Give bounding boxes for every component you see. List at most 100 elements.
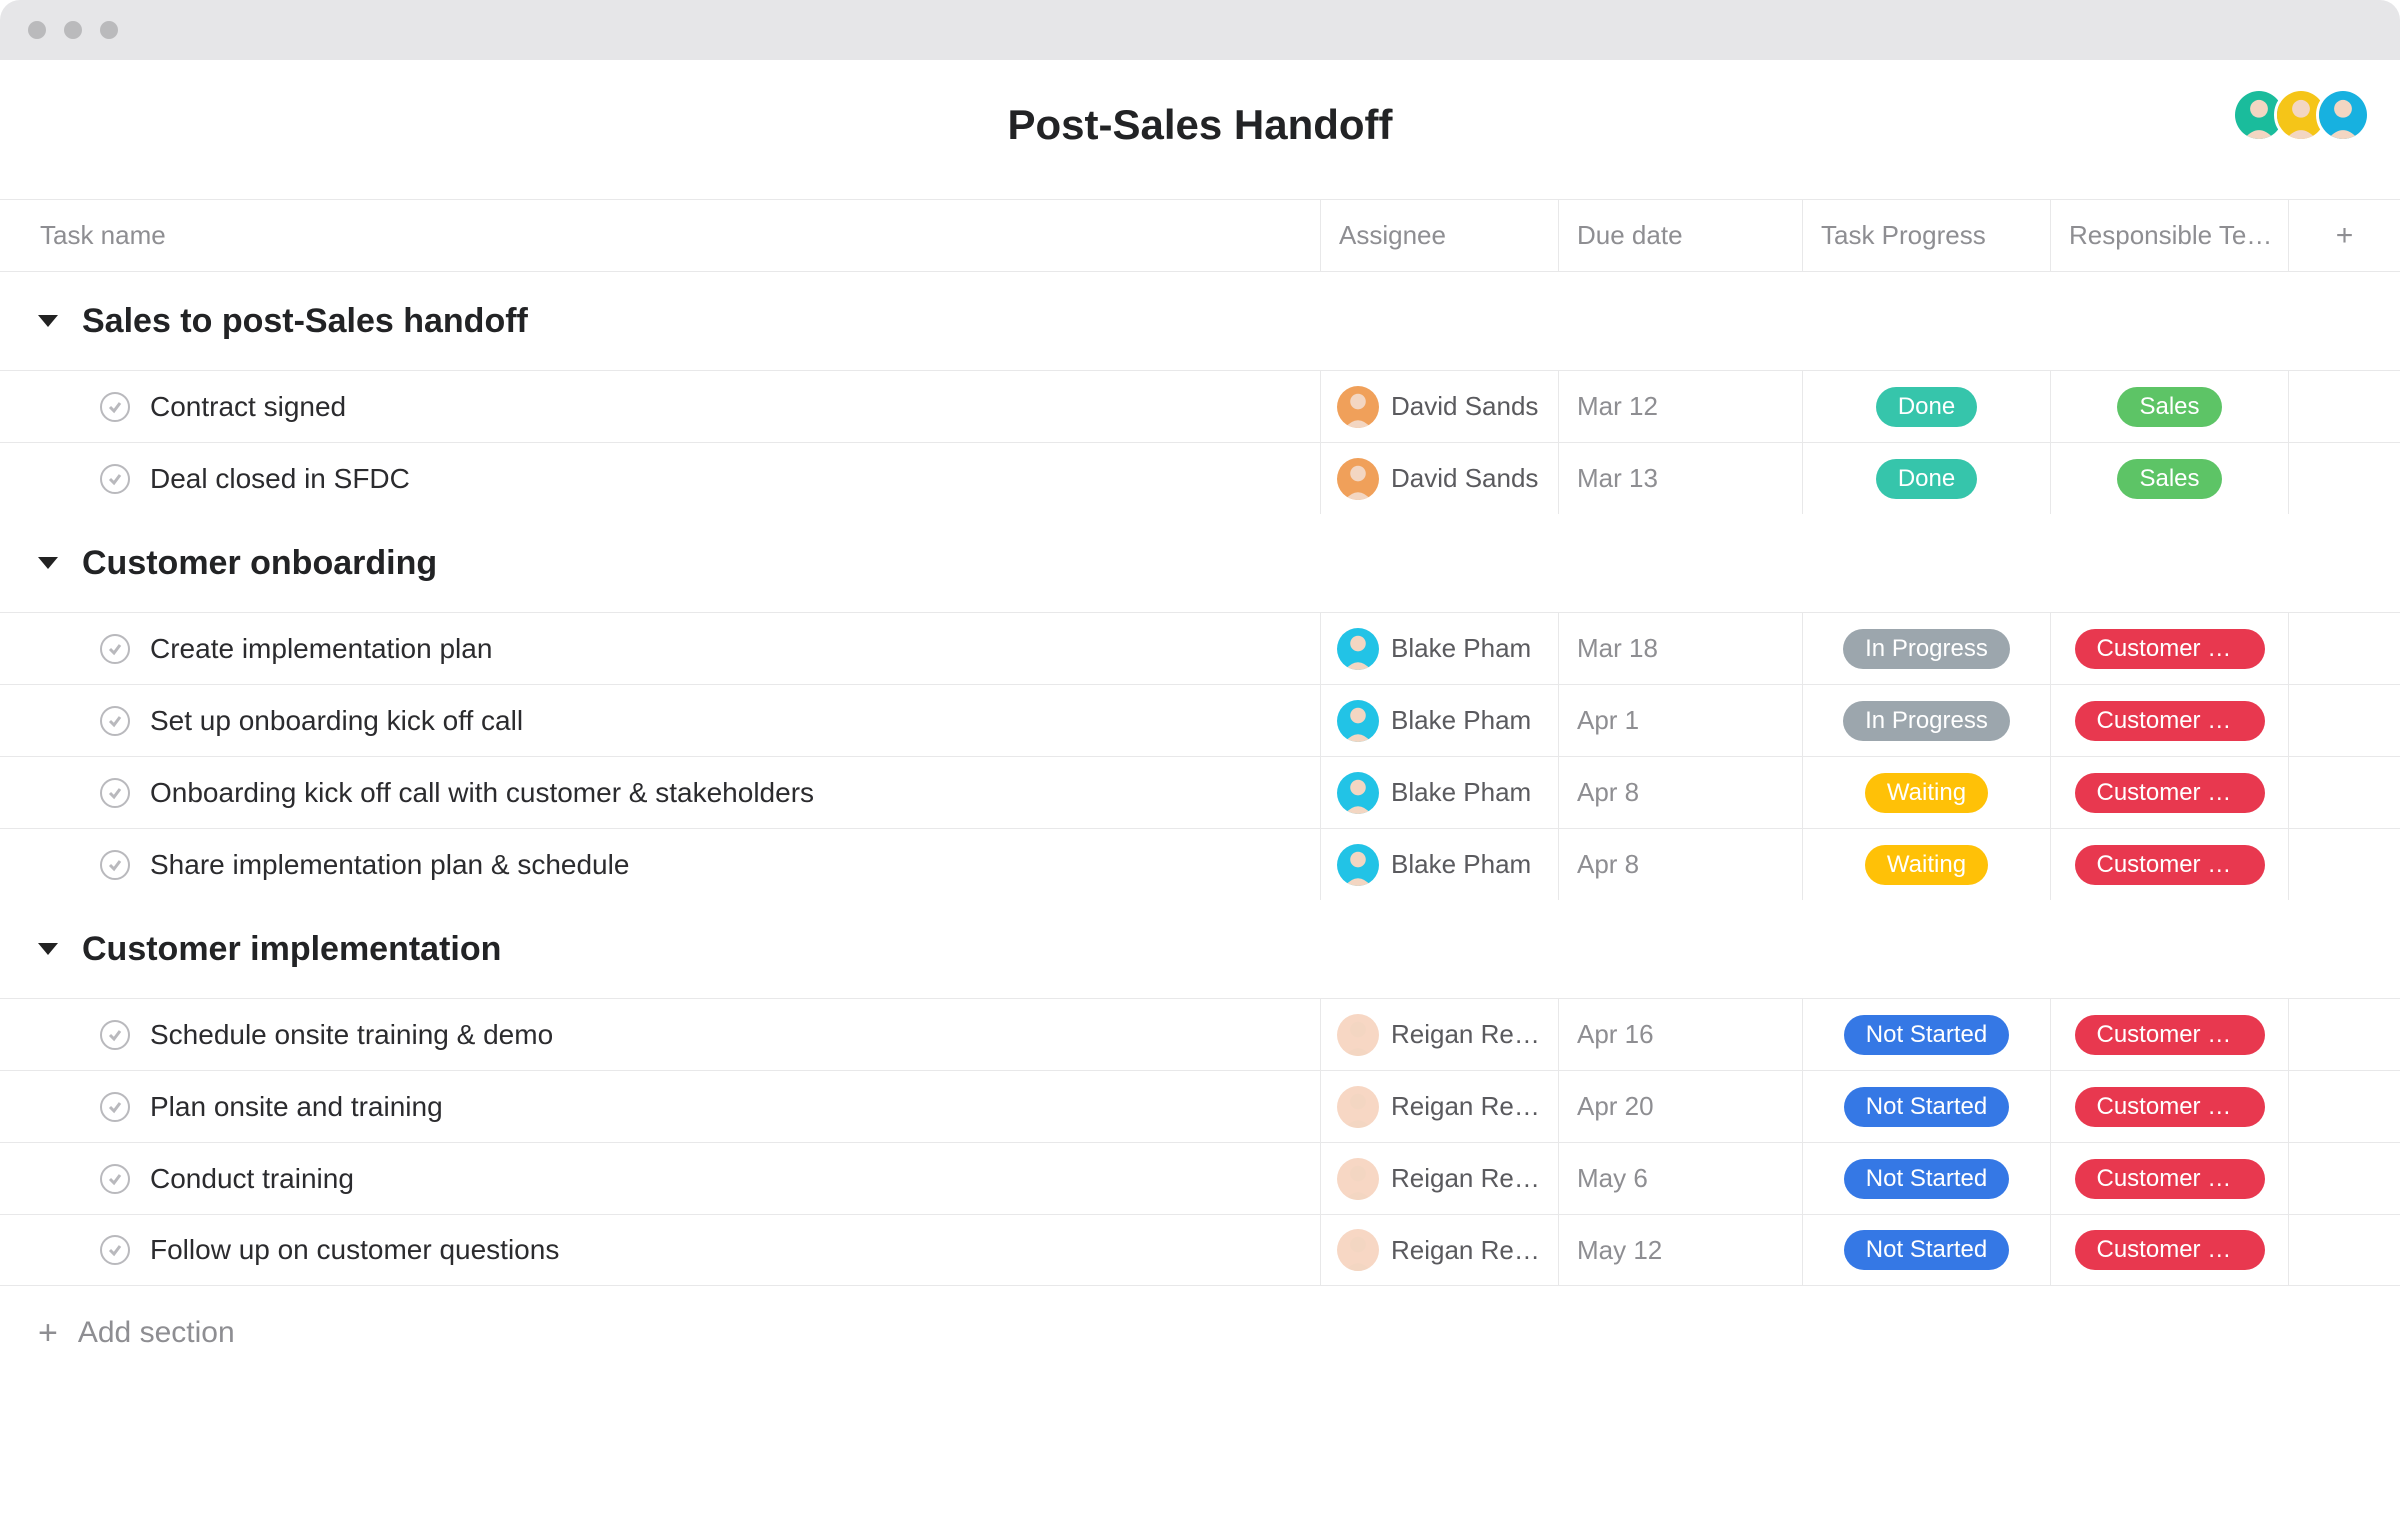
assignee-name: Blake Pham <box>1391 633 1531 664</box>
due-date-cell[interactable]: Apr 8 <box>1558 757 1802 828</box>
assignee-cell[interactable]: David Sands <box>1320 371 1558 442</box>
due-date-cell[interactable]: Mar 12 <box>1558 371 1802 442</box>
row-end-spacer <box>2288 443 2400 514</box>
due-date-cell[interactable]: Apr 8 <box>1558 829 1802 900</box>
section-title: Customer implementation <box>82 930 501 969</box>
progress-cell[interactable]: In Progress <box>1802 685 2050 756</box>
team-cell[interactable]: Customer Suc… <box>2050 1071 2288 1142</box>
team-cell[interactable]: Sales <box>2050 371 2288 442</box>
progress-cell[interactable]: Done <box>1802 371 2050 442</box>
complete-task-icon[interactable] <box>100 1092 130 1122</box>
plus-icon: + <box>38 1316 58 1350</box>
task-row[interactable]: Share implementation plan & schedule Bla… <box>0 828 2400 900</box>
team-cell[interactable]: Customer Suc… <box>2050 1143 2288 1214</box>
team-cell[interactable]: Customer Suc… <box>2050 829 2288 900</box>
assignee-avatar <box>1337 1014 1379 1056</box>
due-date: Apr 20 <box>1577 1091 1654 1122</box>
task-row[interactable]: Conduct training Reigan Rea… May 6 Not S… <box>0 1142 2400 1214</box>
progress-pill: Not Started <box>1844 1230 2009 1270</box>
due-date: Apr 16 <box>1577 1019 1654 1050</box>
add-column-button[interactable]: + <box>2288 200 2400 271</box>
assignee-cell[interactable]: David Sands <box>1320 443 1558 514</box>
progress-cell[interactable]: Done <box>1802 443 2050 514</box>
progress-cell[interactable]: Waiting <box>1802 829 2050 900</box>
progress-pill: Done <box>1876 387 1977 427</box>
assignee-cell[interactable]: Reigan Rea… <box>1320 1215 1558 1285</box>
section-header[interactable]: Customer implementation <box>0 900 2400 998</box>
traffic-light-zoom[interactable] <box>100 21 118 39</box>
complete-task-icon[interactable] <box>100 392 130 422</box>
section-header[interactable]: Customer onboarding <box>0 514 2400 612</box>
team-cell[interactable]: Customer Suc… <box>2050 1215 2288 1285</box>
team-cell[interactable]: Customer Suc… <box>2050 757 2288 828</box>
due-date-cell[interactable]: Apr 20 <box>1558 1071 1802 1142</box>
task-name: Schedule onsite training & demo <box>150 1019 553 1051</box>
assignee-cell[interactable]: Reigan Rea… <box>1320 999 1558 1070</box>
progress-cell[interactable]: Not Started <box>1802 1215 2050 1285</box>
due-date: Mar 13 <box>1577 463 1658 494</box>
column-task-name[interactable]: Task name <box>0 220 1320 251</box>
task-row[interactable]: Deal closed in SFDC David Sands Mar 13 D… <box>0 442 2400 514</box>
due-date-cell[interactable]: Apr 1 <box>1558 685 1802 756</box>
traffic-light-close[interactable] <box>28 21 46 39</box>
task-row[interactable]: Schedule onsite training & demo Reigan R… <box>0 998 2400 1070</box>
task-row[interactable]: Create implementation plan Blake Pham Ma… <box>0 612 2400 684</box>
assignee-cell[interactable]: Blake Pham <box>1320 613 1558 684</box>
add-section-button[interactable]: + Add section <box>0 1286 2400 1380</box>
due-date-cell[interactable]: Apr 16 <box>1558 999 1802 1070</box>
complete-task-icon[interactable] <box>100 634 130 664</box>
row-end-spacer <box>2288 685 2400 756</box>
assignee-cell[interactable]: Blake Pham <box>1320 685 1558 756</box>
progress-pill: Not Started <box>1844 1087 2009 1127</box>
progress-cell[interactable]: Not Started <box>1802 1071 2050 1142</box>
window-titlebar <box>0 0 2400 60</box>
progress-cell[interactable]: In Progress <box>1802 613 2050 684</box>
page-header: Post-Sales Handoff <box>0 60 2400 200</box>
traffic-light-minimize[interactable] <box>64 21 82 39</box>
task-row[interactable]: Onboarding kick off call with customer &… <box>0 756 2400 828</box>
team-cell[interactable]: Sales <box>2050 443 2288 514</box>
progress-cell[interactable]: Waiting <box>1802 757 2050 828</box>
column-due-date[interactable]: Due date <box>1558 200 1802 271</box>
assignee-cell[interactable]: Blake Pham <box>1320 829 1558 900</box>
complete-task-icon[interactable] <box>100 850 130 880</box>
complete-task-icon[interactable] <box>100 706 130 736</box>
collaborator-avatar[interactable] <box>2316 88 2370 142</box>
column-assignee[interactable]: Assignee <box>1320 200 1558 271</box>
collaborator-avatars[interactable] <box>2244 88 2370 142</box>
task-row[interactable]: Follow up on customer questions Reigan R… <box>0 1214 2400 1286</box>
team-pill: Customer Suc… <box>2075 1159 2265 1199</box>
progress-pill: In Progress <box>1843 701 2010 741</box>
complete-task-icon[interactable] <box>100 1020 130 1050</box>
task-name: Share implementation plan & schedule <box>150 849 629 881</box>
row-end-spacer <box>2288 371 2400 442</box>
assignee-cell[interactable]: Reigan Rea… <box>1320 1143 1558 1214</box>
column-responsible-team[interactable]: Responsible Te… <box>2050 200 2288 271</box>
section-header[interactable]: Sales to post-Sales handoff <box>0 272 2400 370</box>
team-cell[interactable]: Customer Suc… <box>2050 613 2288 684</box>
due-date-cell[interactable]: Mar 13 <box>1558 443 1802 514</box>
column-headers: Task name Assignee Due date Task Progres… <box>0 200 2400 272</box>
due-date: Mar 12 <box>1577 391 1658 422</box>
assignee-cell[interactable]: Blake Pham <box>1320 757 1558 828</box>
complete-task-icon[interactable] <box>100 1235 130 1265</box>
column-task-progress[interactable]: Task Progress <box>1802 200 2050 271</box>
task-name: Onboarding kick off call with customer &… <box>150 777 814 809</box>
chevron-down-icon <box>38 557 58 569</box>
due-date-cell[interactable]: Mar 18 <box>1558 613 1802 684</box>
complete-task-icon[interactable] <box>100 1164 130 1194</box>
plus-icon: + <box>2336 219 2354 253</box>
complete-task-icon[interactable] <box>100 464 130 494</box>
team-cell[interactable]: Customer Suc… <box>2050 999 2288 1070</box>
task-row[interactable]: Set up onboarding kick off call Blake Ph… <box>0 684 2400 756</box>
task-row[interactable]: Plan onsite and training Reigan Rea… Apr… <box>0 1070 2400 1142</box>
progress-cell[interactable]: Not Started <box>1802 999 2050 1070</box>
assignee-cell[interactable]: Reigan Rea… <box>1320 1071 1558 1142</box>
task-row[interactable]: Contract signed David Sands Mar 12 Done … <box>0 370 2400 442</box>
progress-cell[interactable]: Not Started <box>1802 1143 2050 1214</box>
team-pill: Customer Suc… <box>2075 1015 2265 1055</box>
team-cell[interactable]: Customer Suc… <box>2050 685 2288 756</box>
due-date-cell[interactable]: May 6 <box>1558 1143 1802 1214</box>
due-date-cell[interactable]: May 12 <box>1558 1215 1802 1285</box>
complete-task-icon[interactable] <box>100 778 130 808</box>
